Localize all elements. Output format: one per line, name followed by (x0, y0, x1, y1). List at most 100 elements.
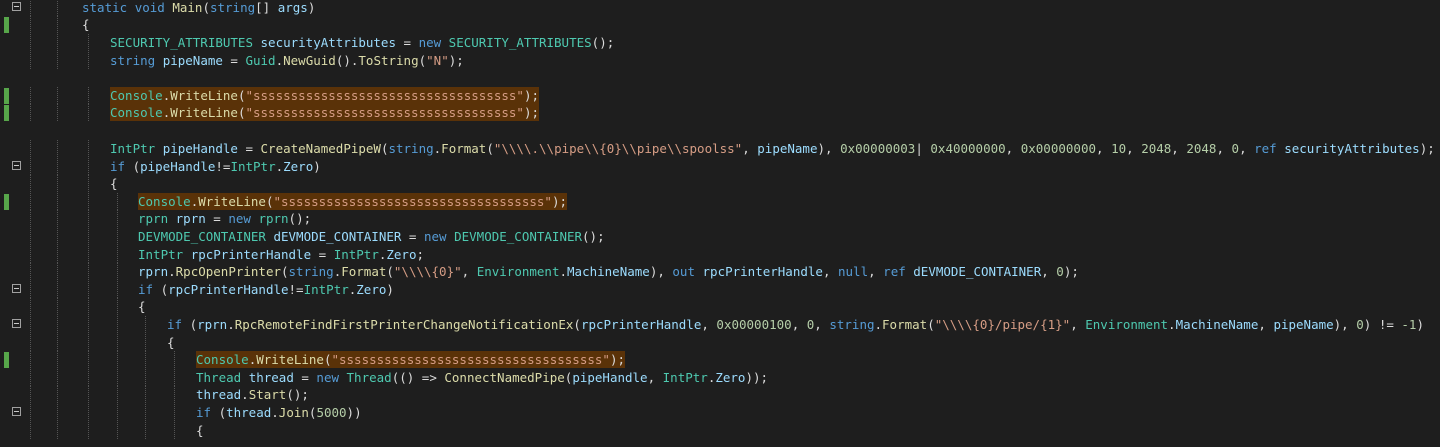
code-line[interactable]: { (0, 334, 1440, 351)
code-line[interactable]: Console.WriteLine("sssssssssssssssssssss… (0, 87, 1440, 104)
code-token: | (915, 141, 931, 156)
code-token: ( (218, 405, 227, 420)
code-line[interactable]: Console.WriteLine("sssssssssssssssssssss… (0, 351, 1440, 368)
code-line[interactable]: DEVMODE_CONTAINER dEVMODE_CONTAINER = ne… (0, 228, 1440, 245)
code-text: { (196, 422, 204, 439)
indent-guide (30, 246, 31, 263)
code-token: string (209, 0, 256, 15)
fold-toggle-icon[interactable] (12, 407, 21, 416)
code-text: rprn.RpcOpenPrinter(string.Format("\\\\{… (138, 263, 1079, 280)
code-token: , (868, 264, 884, 279)
code-token: rpcPrinterHandle (580, 317, 702, 332)
code-token: rpcPrinterHandle (190, 247, 312, 262)
code-token: if (167, 317, 190, 332)
code-token: DEVMODE_CONTAINER (454, 229, 583, 244)
code-text: Console.WriteLine("sssssssssssssssssssss… (138, 193, 567, 210)
code-token: IntPtr (662, 370, 708, 385)
fold-toggle-icon[interactable] (12, 284, 21, 293)
code-line[interactable]: if (rpcPrinterHandle!=IntPtr.Zero) (0, 281, 1440, 298)
indent-guide (30, 158, 31, 175)
code-token: , (1171, 141, 1187, 156)
code-token: 0x40000000 (930, 141, 1006, 156)
code-token: securityAttributes (260, 35, 396, 50)
code-line[interactable]: Console.WriteLine("sssssssssssssssssssss… (0, 104, 1440, 121)
code-token: . (874, 317, 883, 332)
indent-guide (30, 351, 31, 368)
code-token: -1 (1401, 317, 1417, 332)
indent-guide (117, 404, 118, 421)
code-token: ( (486, 141, 494, 156)
code-token: SECURITY_ATTRIBUTES (110, 35, 261, 50)
indent-guide (145, 422, 146, 439)
code-token: pipeHandle (140, 159, 216, 174)
code-token: { (110, 176, 118, 191)
indent-guide (57, 298, 58, 315)
fold-toggle-icon[interactable] (12, 161, 21, 170)
code-token: [] (255, 0, 278, 15)
code-token: ( (281, 264, 289, 279)
code-line[interactable]: thread.Start(); (0, 386, 1440, 403)
code-token: new (423, 229, 455, 244)
code-token: Thread (196, 370, 249, 385)
code-token: IntPtr (230, 159, 276, 174)
code-token: "sssssssssssssssssssssssssssssssssss" (245, 105, 524, 120)
code-line[interactable]: if (pipeHandle!=IntPtr.Zero) (0, 158, 1440, 175)
code-token: , (647, 370, 663, 385)
code-line[interactable]: if (rprn.RpcRemoteFindFirstPrinterChange… (0, 316, 1440, 333)
fold-toggle-icon[interactable] (12, 319, 21, 328)
code-text: SECURITY_ATTRIBUTES securityAttributes =… (110, 34, 614, 51)
code-token: , (1005, 141, 1021, 156)
code-token: ), (817, 141, 841, 156)
code-line[interactable]: IntPtr rpcPrinterHandle = IntPtr.Zero; (0, 246, 1440, 263)
code-line[interactable]: rprn.RpcOpenPrinter(string.Format("\\\\{… (0, 263, 1440, 280)
code-line[interactable]: rprn rprn = new rprn(); (0, 210, 1440, 227)
fold-toggle-icon[interactable] (12, 2, 21, 11)
code-line[interactable]: string pipeName = Guid.NewGuid().ToStrin… (0, 52, 1440, 69)
code-token: ) (1416, 317, 1424, 332)
code-token: WriteLine (170, 88, 238, 103)
code-token: ( (573, 317, 581, 332)
code-token: , (1239, 141, 1255, 156)
indent-guide (57, 52, 58, 69)
code-line[interactable]: { (0, 422, 1440, 439)
code-token: ); (1063, 264, 1079, 279)
code-token: )) (346, 405, 362, 420)
indent-guide (117, 228, 118, 245)
code-token: void (134, 0, 173, 15)
indent-guide (88, 404, 89, 421)
code-token: 2048 (1186, 141, 1217, 156)
code-token: { (138, 299, 146, 314)
code-line[interactable]: SECURITY_ATTRIBUTES securityAttributes =… (0, 34, 1440, 51)
indent-guide (174, 369, 175, 386)
code-line[interactable]: if (thread.Join(5000)) (0, 404, 1440, 421)
indent-guide (57, 87, 58, 104)
indent-guide (30, 175, 31, 192)
code-line[interactable]: { (0, 298, 1440, 315)
indent-guide (88, 246, 89, 263)
indent-guide (88, 334, 89, 351)
code-token: ); (523, 88, 539, 103)
indent-guide (117, 386, 118, 403)
code-token: "sssssssssssssssssssssssssssssssssss" (245, 88, 524, 103)
change-marker (4, 352, 9, 368)
indent-guide (57, 193, 58, 210)
code-line[interactable]: { (0, 16, 1440, 33)
code-line[interactable]: Thread thread = new Thread(() => Connect… (0, 369, 1440, 386)
code-token: ); (551, 194, 567, 209)
code-line[interactable]: Console.WriteLine("sssssssssssssssssssss… (0, 193, 1440, 210)
code-line[interactable]: IntPtr pipeHandle = CreateNamedPipeW (str… (0, 140, 1440, 157)
code-line[interactable]: { (0, 175, 1440, 192)
indent-guide (57, 104, 58, 121)
code-line[interactable]: static void Main(string[] args) (0, 0, 1440, 16)
code-token: 0 (1356, 317, 1364, 332)
code-token: , (461, 264, 477, 279)
indent-guide (88, 34, 89, 51)
code-token: Zero (283, 159, 314, 174)
code-token: , (742, 141, 758, 156)
code-token: IntPtr (303, 282, 349, 297)
code-editor[interactable]: static void Main(string[] args){SECURITY… (0, 0, 1440, 447)
indent-guide (117, 193, 118, 210)
code-token: ( (418, 53, 427, 68)
code-token: , (1216, 141, 1232, 156)
code-token: ( (132, 159, 141, 174)
